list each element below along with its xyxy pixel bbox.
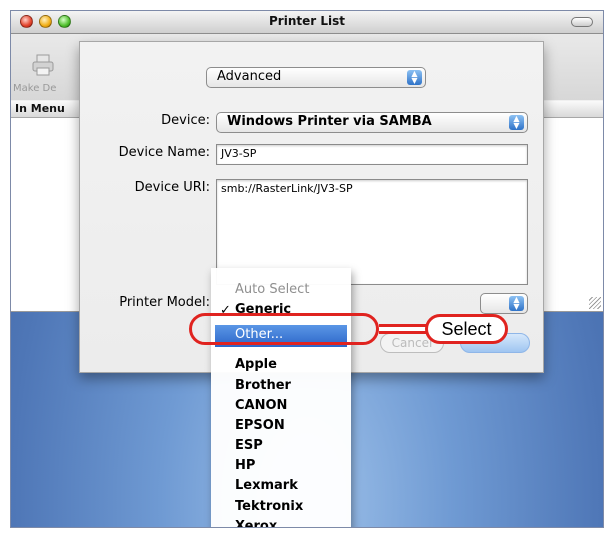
menu-item-auto-select: Auto Select [235,282,310,297]
window-titlebar[interactable]: Printer List [11,11,603,34]
menu-item-vendor[interactable]: HP [235,458,255,473]
printer-model-menu: Auto Select ✓ Generic Other... Apple Bro… [211,268,351,527]
mode-popup[interactable]: Advanced ▲ ▼ [206,67,426,88]
menu-item-vendor[interactable]: EPSON [235,418,285,433]
callout-connector [379,324,427,334]
popup-arrows-icon: ▲ ▼ [509,296,524,311]
printer-model-popup[interactable]: ▲ ▼ [480,293,528,314]
mode-popup-value: Advanced [217,69,282,84]
device-popup[interactable]: Windows Printer via SAMBA ▲ ▼ [216,112,528,133]
device-uri-value: smb://RasterLink/JV3-SP [221,182,353,195]
in-menu-column-header[interactable]: In Menu [15,102,65,115]
popup-arrows-icon: ▲ ▼ [407,70,422,85]
device-name-field[interactable]: JV3-SP [216,144,528,165]
printer-model-label: Printer Model: [119,295,210,310]
make-default-label: Make De [13,83,57,94]
menu-item-vendor[interactable]: CANON [235,398,287,413]
device-popup-value: Windows Printer via SAMBA [227,114,432,129]
menu-item-vendor[interactable]: Brother [235,378,291,393]
device-uri-label: Device URI: [134,180,210,195]
screenshot-frame: Printer List Make De In Menu Advanced ▲ ▼ [10,10,604,528]
menu-item-vendor[interactable]: Lexmark [235,478,298,493]
window-title: Printer List [269,14,345,28]
menu-item-vendor[interactable]: Xerox [235,519,277,527]
menu-item-vendor[interactable]: Tektronix [235,499,303,514]
menu-item-vendor[interactable]: ESP [235,438,263,453]
toolbar-toggle-button[interactable] [571,17,593,27]
printer-icon [32,54,54,76]
select-callout: Select [425,314,508,344]
menu-item-vendor[interactable]: Apple [235,357,277,372]
device-name-label: Device Name: [118,145,210,160]
device-label: Device: [161,113,210,128]
highlight-ring [189,313,379,345]
device-name-value: JV3-SP [221,147,257,160]
resize-grip-icon[interactable] [589,297,601,309]
popup-arrows-icon: ▲ ▼ [509,115,524,130]
